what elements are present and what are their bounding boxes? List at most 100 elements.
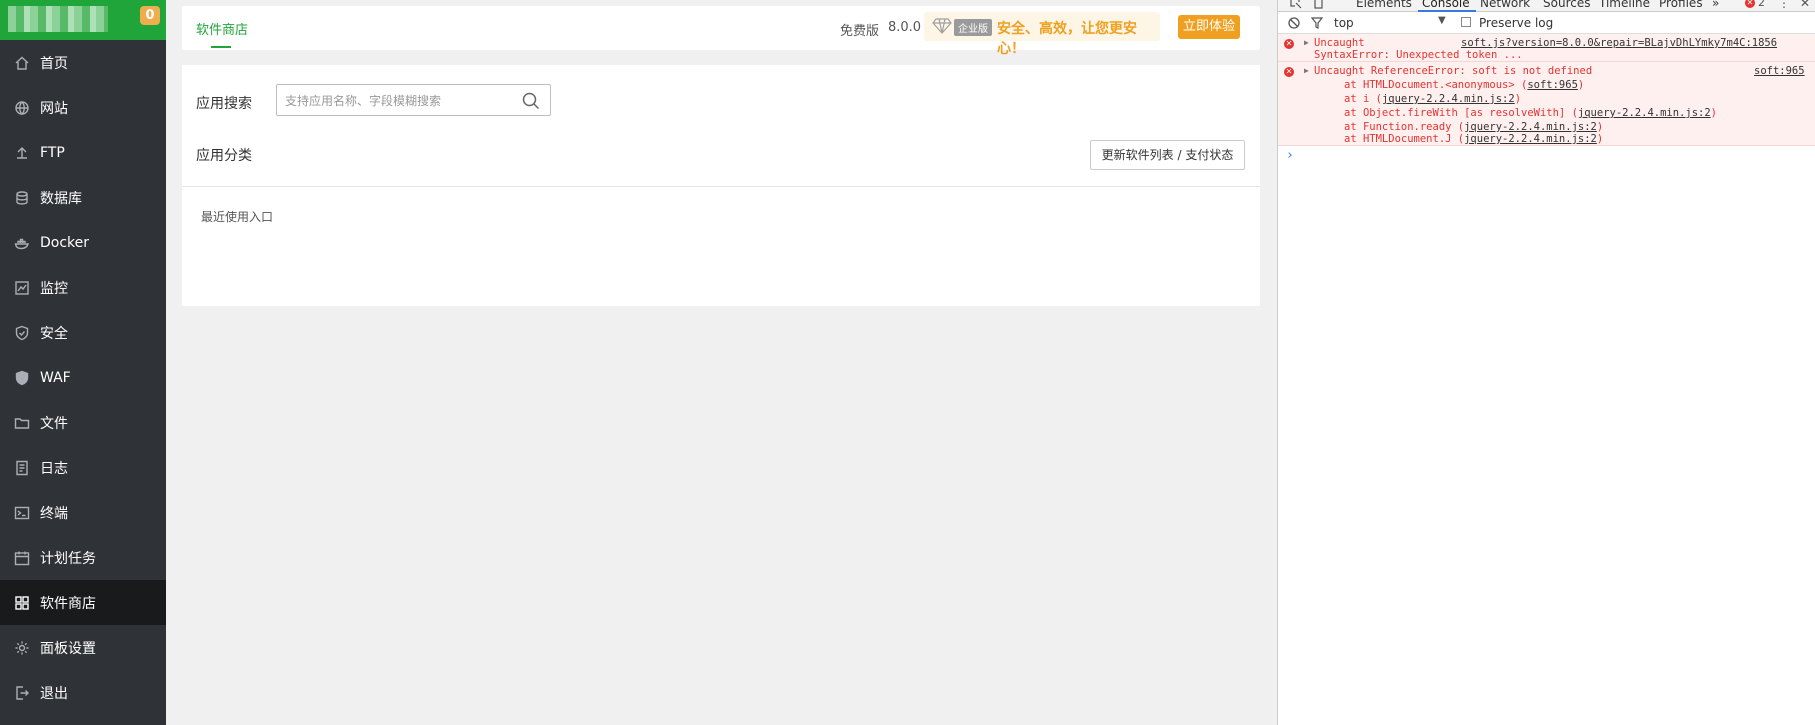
context-select[interactable]: top xyxy=(1334,16,1354,30)
search-box[interactable] xyxy=(276,84,551,116)
search-input[interactable] xyxy=(285,92,505,110)
logout-icon xyxy=(16,685,29,700)
sidebar-item-label: FTP xyxy=(40,144,65,161)
sidebar-item-logout[interactable]: 退出 xyxy=(0,670,166,715)
error-icon: ✕ xyxy=(1284,39,1294,49)
sidebar-item-label: 文件 xyxy=(40,415,68,432)
device-mode-icon[interactable] xyxy=(1313,0,1325,9)
monitor-icon xyxy=(15,280,29,295)
expand-arrow-icon[interactable]: ▶ xyxy=(1304,66,1309,75)
console-prompt[interactable]: › xyxy=(1286,148,1294,163)
console-error-row[interactable]: ✕ ▶ Uncaught soft.js?version=8.0.0&repai… xyxy=(1278,34,1815,62)
stack-frame: at HTMLDocument.J (jquery-2.2.4.min.js:2… xyxy=(1344,133,1604,145)
app-store-panel: 应用搜索 应用分类 更新软件列表 / 支付状态 最近使用入口 xyxy=(182,65,1260,306)
update-software-list-button[interactable]: 更新软件列表 / 支付状态 xyxy=(1090,140,1245,170)
clear-console-icon[interactable] xyxy=(1288,17,1300,29)
sidebar-item-label: 首页 xyxy=(40,55,68,72)
sidebar-item-database[interactable]: 数据库 xyxy=(0,175,166,220)
stack-frame-link[interactable]: jquery-2.2.4.min.js:2 xyxy=(1464,133,1597,145)
sidebar-item-label: 软件商店 xyxy=(40,595,96,612)
waf-shield-icon xyxy=(15,370,29,385)
sidebar-item-label: 计划任务 xyxy=(40,550,96,567)
version-label: 8.0.0 xyxy=(888,20,922,35)
tab-app-store[interactable]: 软件商店 xyxy=(196,19,248,38)
sidebar-item-label: Docker xyxy=(40,234,90,251)
app-search-label: 应用搜索 xyxy=(196,96,252,112)
sidebar-item-cron[interactable]: 计划任务 xyxy=(0,535,166,580)
folder-icon xyxy=(14,417,30,429)
sidebar-item-panel-settings[interactable]: 面板设置 xyxy=(0,625,166,670)
tab-elements[interactable]: Elements xyxy=(1356,0,1412,10)
error-detail: SyntaxError: Unexpected token ... xyxy=(1314,49,1523,61)
preserve-log-checkbox[interactable] xyxy=(1461,17,1471,27)
sidebar-item-label: 监控 xyxy=(40,280,68,297)
error-count-icon: ✕ xyxy=(1745,0,1755,8)
more-tabs-button[interactable]: » xyxy=(1712,0,1719,10)
sidebar-item-waf[interactable]: WAF xyxy=(0,355,166,400)
sidebar-item-label: 退出 xyxy=(40,685,68,702)
error-count[interactable]: 2 xyxy=(1758,0,1765,10)
devtools-panel: Elements Console Network Sources Timelin… xyxy=(1277,0,1815,725)
top-bar: 软件商店 免费版 8.0.0 企业版 安全、高效，让您更安心！ 立即体验 xyxy=(182,6,1260,57)
enterprise-promo[interactable]: 企业版 安全、高效，让您更安心！ xyxy=(924,12,1160,57)
search-icon[interactable] xyxy=(522,92,540,110)
blurred-server-info xyxy=(8,6,108,32)
sidebar-item-label: WAF xyxy=(40,369,71,386)
sidebar-item-monitor[interactable]: 监控 xyxy=(0,265,166,310)
sidebar: 0 首页 网站 FTP 数据库 Docker 监控 安全 WAF 文件 日志 终… xyxy=(0,0,166,725)
error-source-link[interactable]: soft.js?version=8.0.0&repair=BLajvDhLYmk… xyxy=(1461,37,1777,49)
stack-frame: at Function.ready (jquery-2.2.4.min.js:2… xyxy=(1344,121,1604,133)
globe-icon xyxy=(15,100,29,115)
console-prompt-row[interactable]: › xyxy=(1278,146,1815,166)
tab-console[interactable]: Console xyxy=(1422,0,1470,10)
promo-slogan: 安全、高效，让您更安心！ xyxy=(997,21,1137,57)
sidebar-item-files[interactable]: 文件 xyxy=(0,400,166,445)
sidebar-item-logs[interactable]: 日志 xyxy=(0,445,166,490)
preserve-log-label: Preserve log xyxy=(1479,16,1554,30)
tab-sources[interactable]: Sources xyxy=(1543,0,1590,10)
enterprise-tag: 企业版 xyxy=(954,19,992,36)
try-now-button[interactable]: 立即体验 xyxy=(1178,15,1240,39)
stack-frame: at i (jquery-2.2.4.min.js:2) xyxy=(1344,93,1522,105)
stack-frame-link[interactable]: jquery-2.2.4.min.js:2 xyxy=(1578,107,1711,119)
tab-timeline[interactable]: Timeline xyxy=(1599,0,1650,10)
filter-icon[interactable] xyxy=(1311,17,1323,29)
home-icon xyxy=(15,56,29,70)
sidebar-item-ftp[interactable]: FTP xyxy=(0,130,166,175)
stack-frame-link[interactable]: soft:965 xyxy=(1527,79,1578,91)
sidebar-item-label: 网站 xyxy=(40,100,68,117)
sidebar-item-label: 数据库 xyxy=(40,190,82,207)
sidebar-item-security[interactable]: 安全 xyxy=(0,310,166,355)
tab-network[interactable]: Network xyxy=(1480,0,1530,10)
database-icon xyxy=(16,190,28,205)
error-source-link[interactable]: soft:965 xyxy=(1754,65,1805,77)
console-error-row[interactable]: ✕ ▶ Uncaught ReferenceError: soft is not… xyxy=(1278,62,1815,146)
shield-icon xyxy=(15,325,29,340)
sidebar-item-terminal[interactable]: 终端 xyxy=(0,490,166,535)
expand-arrow-icon[interactable]: ▶ xyxy=(1304,38,1309,47)
error-message: Uncaught xyxy=(1314,37,1365,49)
sidebar-item-app-store[interactable]: 软件商店 xyxy=(0,580,166,625)
tab-profiles[interactable]: Profiles xyxy=(1659,0,1703,10)
sidebar-item-home[interactable]: 首页 xyxy=(0,40,166,85)
terminal-icon xyxy=(14,506,30,519)
error-icon: ✕ xyxy=(1284,67,1294,77)
devtools-menu-icon[interactable]: ⋮ xyxy=(1778,0,1790,10)
chevron-down-icon[interactable]: ▼ xyxy=(1438,15,1446,26)
console-toolbar: top ▼ Preserve log xyxy=(1278,12,1815,34)
sidebar-item-label: 日志 xyxy=(40,460,68,477)
close-devtools-icon[interactable]: ✕ xyxy=(1800,0,1810,10)
divider xyxy=(182,186,1260,187)
sidebar-item-website[interactable]: 网站 xyxy=(0,85,166,130)
stack-frame-link[interactable]: jquery-2.2.4.min.js:2 xyxy=(1464,121,1597,133)
stack-frame-link[interactable]: jquery-2.2.4.min.js:2 xyxy=(1382,93,1515,105)
sidebar-header: 0 xyxy=(0,0,166,40)
sidebar-item-label: 终端 xyxy=(40,505,68,522)
inspect-element-icon[interactable] xyxy=(1290,0,1302,9)
calendar-icon xyxy=(14,551,30,565)
active-tab-indicator xyxy=(211,46,231,48)
sidebar-item-docker[interactable]: Docker xyxy=(0,220,166,265)
diamond-icon xyxy=(932,18,952,34)
app-category-label: 应用分类 xyxy=(196,148,252,164)
notification-badge[interactable]: 0 xyxy=(140,6,160,25)
